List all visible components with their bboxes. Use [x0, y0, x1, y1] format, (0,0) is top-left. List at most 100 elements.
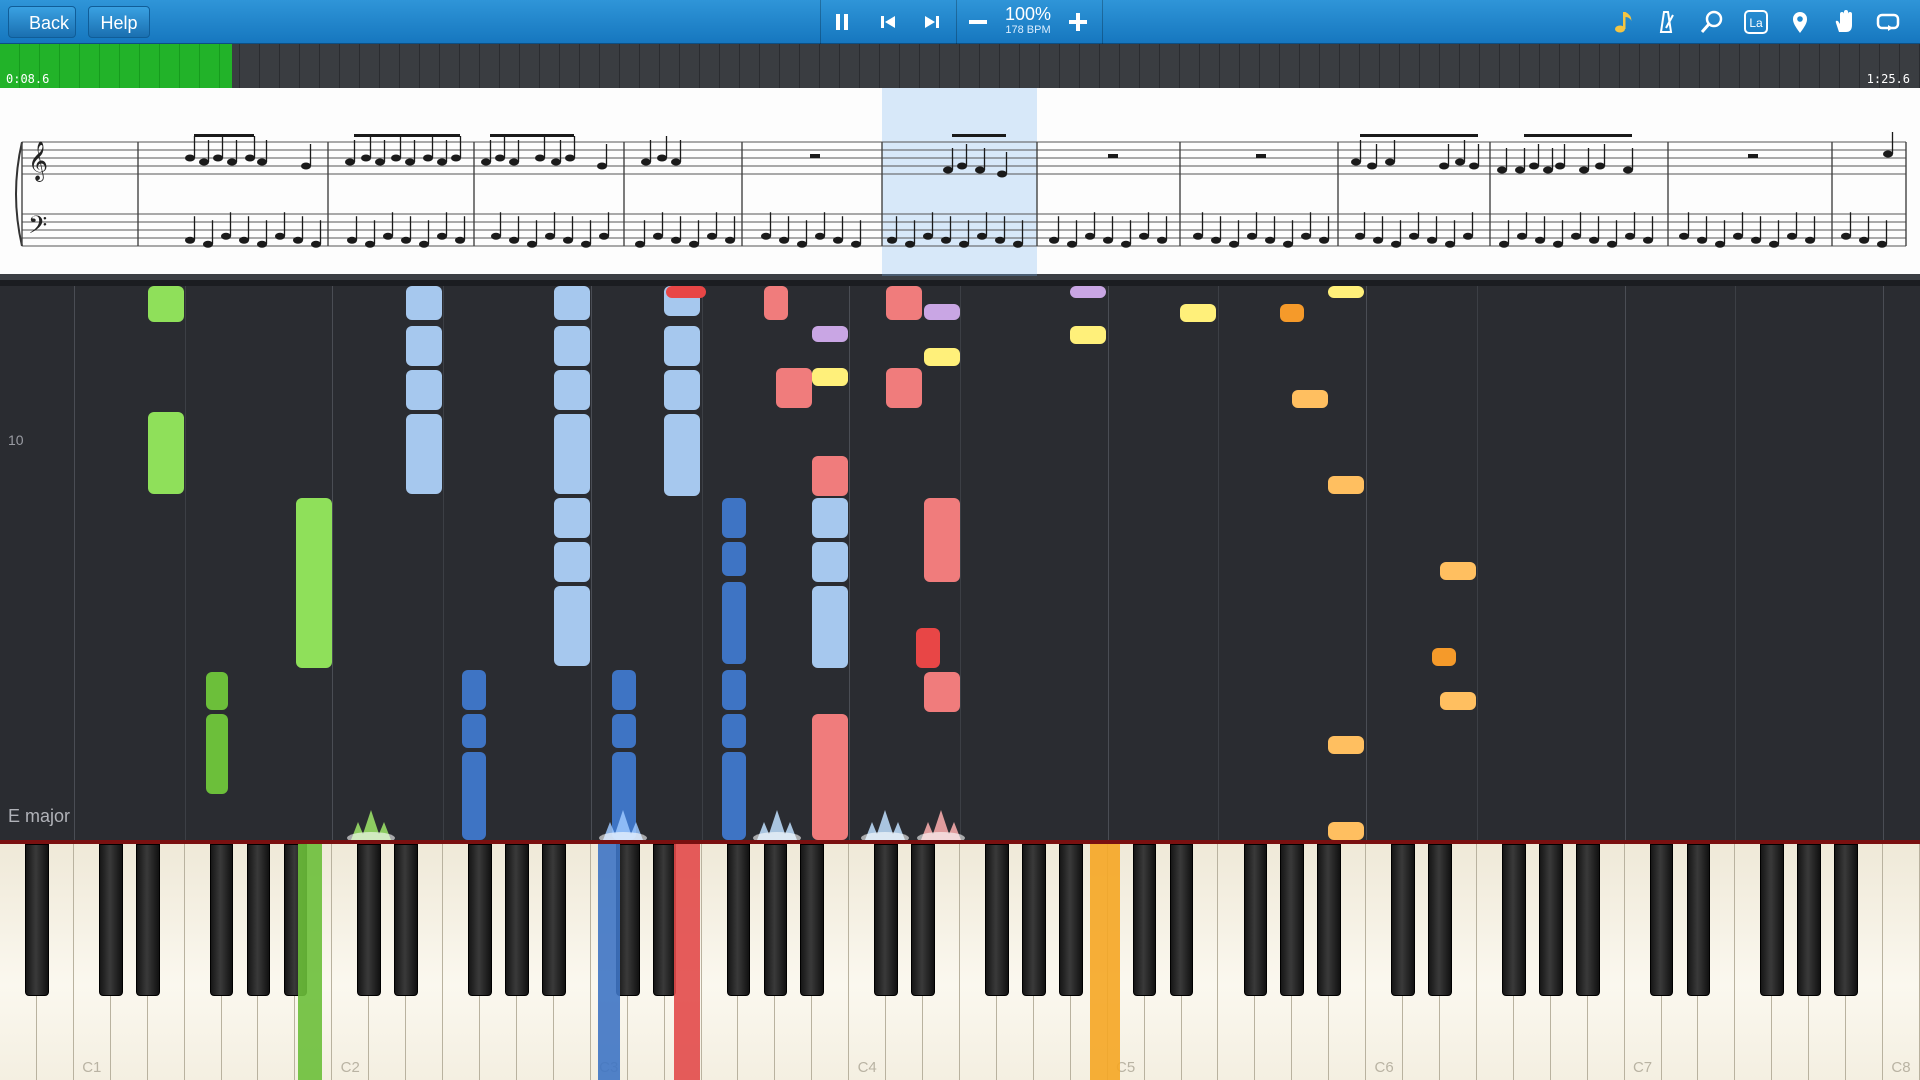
black-key[interactable] — [1797, 844, 1822, 996]
black-key[interactable] — [726, 844, 751, 996]
falling-note — [812, 456, 848, 496]
black-key[interactable] — [1428, 844, 1452, 996]
black-key[interactable] — [1280, 844, 1305, 996]
back-button[interactable]: Back — [8, 6, 76, 38]
note-head — [245, 154, 255, 162]
falling-note — [462, 670, 486, 710]
black-key[interactable] — [1538, 844, 1563, 996]
falling-note — [1328, 822, 1364, 840]
black-key[interactable] — [209, 844, 234, 996]
black-key[interactable] — [911, 844, 935, 996]
note-head — [221, 232, 231, 240]
black-key[interactable] — [246, 844, 271, 996]
note-head — [345, 158, 355, 166]
note-head — [1139, 232, 1149, 240]
note-head — [599, 232, 609, 240]
black-key[interactable] — [985, 844, 1009, 996]
octave-label: C8 — [1891, 1059, 1911, 1076]
music-note-icon[interactable] — [1606, 4, 1642, 40]
note-head — [1697, 236, 1707, 244]
svg-text:La: La — [1749, 16, 1763, 30]
falling-note — [554, 498, 590, 538]
black-key[interactable] — [468, 844, 492, 996]
hand-icon[interactable] — [1826, 4, 1862, 40]
black-key[interactable] — [1058, 844, 1083, 996]
toolbar-separator — [820, 0, 821, 44]
piano-keyboard[interactable]: C1C2C3C4C5C6C7C8 — [0, 840, 1920, 1080]
falling-note — [1328, 476, 1364, 494]
skip-forward-icon[interactable] — [914, 4, 950, 40]
note-head — [1373, 236, 1383, 244]
black-key[interactable] — [1760, 844, 1785, 996]
falling-note — [406, 286, 442, 320]
key-guide-line — [1476, 286, 1478, 840]
black-key[interactable] — [1132, 844, 1157, 996]
falling-note — [812, 498, 848, 538]
key-guide-line — [590, 286, 592, 840]
location-pin-icon[interactable] — [1782, 4, 1818, 40]
top-toolbar: Back Help 100% 178 BPM La — [0, 0, 1920, 44]
black-key[interactable] — [1317, 844, 1342, 996]
whole-rest — [1108, 154, 1118, 158]
falling-note — [554, 326, 590, 366]
sheet-music-staff: 𝄞𝄢 — [15, 132, 1907, 248]
black-key[interactable] — [1686, 844, 1711, 996]
key-strike-sparkle — [753, 810, 801, 840]
black-key[interactable] — [135, 844, 160, 996]
beam — [354, 134, 460, 137]
note-head — [419, 240, 429, 248]
black-key[interactable] — [652, 844, 677, 996]
note-head — [545, 232, 555, 240]
black-key[interactable] — [542, 844, 566, 996]
octave-label: C1 — [82, 1059, 102, 1076]
song-progress-bar[interactable]: 0:08.6 1:25.6 — [0, 44, 1920, 88]
skip-back-icon[interactable] — [870, 4, 906, 40]
note-head — [437, 158, 447, 166]
bass-clef: 𝄢 — [28, 211, 47, 246]
note-head — [779, 236, 789, 244]
black-key[interactable] — [25, 844, 49, 996]
black-key[interactable] — [1243, 844, 1268, 996]
help-button[interactable]: Help — [88, 6, 150, 38]
note-head — [551, 158, 561, 166]
black-key[interactable] — [874, 844, 898, 996]
note-head — [213, 154, 223, 162]
la-icon[interactable]: La — [1738, 4, 1774, 40]
key-guide-line — [1735, 286, 1737, 840]
falling-note — [406, 414, 442, 494]
black-key[interactable] — [1575, 844, 1600, 996]
search-icon[interactable] — [1694, 4, 1730, 40]
metronome-icon[interactable] — [1648, 4, 1684, 40]
plus-icon[interactable] — [1060, 4, 1096, 40]
falling-note — [886, 286, 922, 320]
note-head — [581, 240, 591, 248]
note-head — [365, 240, 375, 248]
black-key[interactable] — [394, 844, 418, 996]
black-key[interactable] — [763, 844, 788, 996]
black-key[interactable] — [357, 844, 382, 996]
falling-note — [812, 326, 848, 342]
black-key[interactable] — [1169, 844, 1194, 996]
note-head — [391, 154, 401, 162]
black-key[interactable] — [98, 844, 123, 996]
black-key[interactable] — [1834, 844, 1858, 996]
note-head — [401, 236, 411, 244]
black-key[interactable] — [800, 844, 825, 996]
black-key[interactable] — [1391, 844, 1415, 996]
note-head — [653, 232, 663, 240]
note-head — [1049, 236, 1059, 244]
black-key[interactable] — [1502, 844, 1526, 996]
pause-icon[interactable] — [824, 4, 860, 40]
black-key[interactable] — [1022, 844, 1046, 996]
loop-icon[interactable] — [1870, 4, 1906, 40]
black-key[interactable] — [1649, 844, 1674, 996]
note-head — [1301, 232, 1311, 240]
minus-icon[interactable] — [960, 4, 996, 40]
falling-note — [664, 414, 700, 496]
note-head — [1625, 232, 1635, 240]
note-head — [347, 236, 357, 244]
black-key[interactable] — [505, 844, 529, 996]
note-head — [455, 236, 465, 244]
note-head — [1769, 240, 1779, 248]
white-key[interactable]: C8 — [1883, 844, 1920, 1080]
